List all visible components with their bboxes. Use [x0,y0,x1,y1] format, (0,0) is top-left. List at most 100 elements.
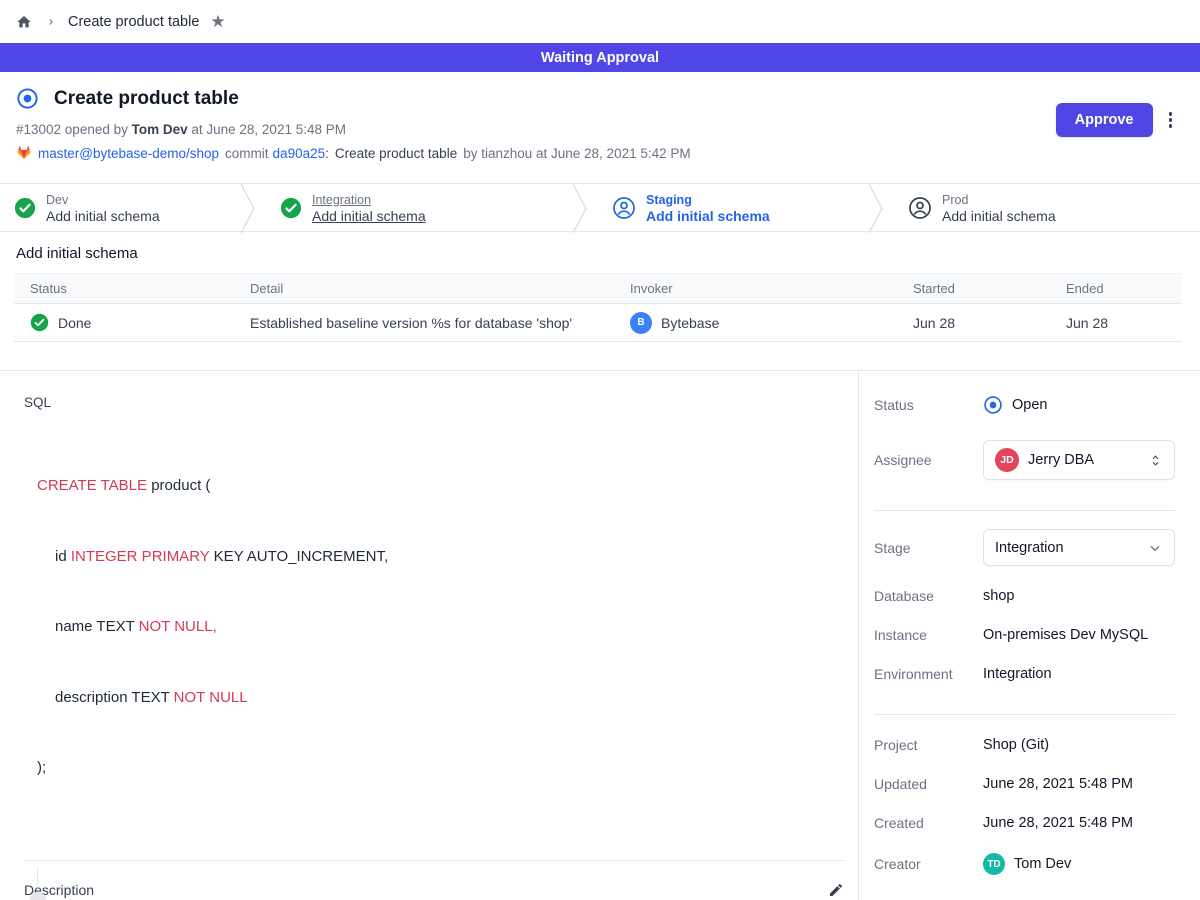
table-row[interactable]: Done Established baseline version %s for… [14,304,1182,342]
col-invoker: Invoker [630,281,913,296]
creator-avatar: TD [983,853,1005,875]
commit-byline: by tianzhou at June 28, 2021 5:42 PM [463,146,690,161]
stage-staging[interactable]: Staging Add initial schema [588,184,868,231]
stage-separator [868,184,884,233]
commit-title: Create product table [335,146,457,161]
task-section-heading: Add initial schema [16,245,1182,262]
creator-row: Creator TD Tom Dev [874,853,1175,875]
check-circle-icon [280,197,302,219]
created-row: Created June 28, 2021 5:48 PM [874,815,1175,831]
breadcrumb-page[interactable]: Create product table [68,14,199,30]
approval-banner: Waiting Approval [0,43,1200,72]
pipeline: Dev Add initial schema Integration Add i… [0,183,1200,232]
approve-button[interactable]: Approve [1056,103,1153,137]
issue-author: Tom Dev [132,122,188,137]
project-row: Project Shop (Git) [874,737,1175,753]
database-value[interactable]: shop [983,588,1175,604]
stage-select[interactable]: Integration [983,529,1175,566]
stage-env-label: Integration [312,192,426,208]
home-icon[interactable] [16,14,32,30]
sql-code-block: CREATE TABLE product ( id INTEGER PRIMAR… [37,427,844,827]
assignee-value: Jerry DBA [1028,452,1139,468]
database-row: Database shop [874,588,1175,604]
project-value[interactable]: Shop (Git) [983,737,1175,753]
issue-title: Create product table [54,88,239,110]
stage-env-label: Dev [46,192,160,208]
assignee-row: Assignee JD Jerry DBA [874,440,1175,480]
issue-sidebar: Status Open Assignee JD Jerry DBA Stage [858,371,1200,900]
created-value: June 28, 2021 5:48 PM [983,815,1175,831]
task-table: Status Detail Invoker Started Ended Done… [14,273,1182,342]
updated-row: Updated June 28, 2021 5:48 PM [874,776,1175,792]
stage-integration[interactable]: Integration Add initial schema [256,184,572,231]
stage-dev[interactable]: Dev Add initial schema [0,184,240,231]
project-label: Project [874,737,983,753]
gitlab-icon [16,145,32,161]
task-table-header: Status Detail Invoker Started Ended [14,273,1182,304]
vcs-branch-link[interactable]: master@bytebase-demo/shop [38,146,219,161]
check-circle-icon [14,197,36,219]
sql-label: SQL [24,395,844,410]
stage-row: Stage Integration [874,529,1175,566]
assignee-avatar: JD [995,448,1019,472]
person-circle-icon [908,196,932,220]
issue-main-panel: SQL CREATE TABLE product ( id INTEGER PR… [0,371,858,900]
star-icon[interactable]: ★ [210,13,225,30]
stage-separator [240,184,256,233]
stage-task-label: Add initial schema [646,208,770,224]
updated-label: Updated [874,776,983,792]
status-row: Status Open [874,395,1175,415]
task-section: Add initial schema Status Detail Invoker… [0,232,1200,370]
col-status: Status [14,281,250,296]
approval-banner-text: Waiting Approval [541,50,659,66]
timeline-connector [37,866,38,884]
stage-env-label: Prod [942,192,1056,208]
stage-separator [572,184,588,233]
chevron-down-icon [1147,540,1163,556]
instance-value[interactable]: On-premises Dev MySQL [983,627,1175,643]
stage-prod[interactable]: Prod Add initial schema [884,184,1200,231]
commit-hash-link[interactable]: da90a25 [273,146,326,161]
creator-value: Tom Dev [1014,856,1071,872]
stage-env-label: Staging [646,192,770,208]
stage-label: Stage [874,540,983,556]
col-detail: Detail [250,281,630,296]
stage-task-label: Add initial schema [312,208,426,224]
stage-task-label: Add initial schema [942,208,1056,224]
breadcrumb-bar: Create product table ★ [0,0,1200,43]
creator-label: Creator [874,856,983,872]
updated-value: June 28, 2021 5:48 PM [983,776,1175,792]
instance-row: Instance On-premises Dev MySQL [874,627,1175,643]
assignee-label: Assignee [874,452,983,468]
issue-meta-line: #13002 opened by Tom Dev at June 28, 202… [16,122,1176,137]
vcs-commit-line: master@bytebase-demo/shop commit da90a25… [16,145,1176,161]
issue-open-icon [16,87,39,110]
task-ended: Jun 28 [1066,315,1182,331]
stage-task-label: Add initial schema [46,208,160,224]
section-divider [24,860,844,861]
stage-value: Integration [995,540,1138,556]
status-label: Status [874,397,983,413]
edit-description-icon[interactable] [828,882,844,898]
person-circle-icon [612,196,636,220]
chevron-right-icon [46,16,56,28]
open-status-icon [983,395,1003,415]
assignee-select[interactable]: JD Jerry DBA [983,440,1175,480]
environment-row: Environment Integration [874,666,1175,682]
created-label: Created [874,815,983,831]
updown-chevron-icon [1148,452,1163,469]
issue-header: Create product table #13002 opened by To… [0,72,1200,183]
done-check-icon [30,313,49,332]
sidebar-divider [874,714,1175,715]
task-started: Jun 28 [913,315,1066,331]
sidebar-divider [874,510,1175,511]
col-ended: Ended [1066,281,1182,296]
environment-value[interactable]: Integration [983,666,1175,682]
more-actions-menu[interactable] [1165,108,1177,132]
status-value: Open [1012,397,1047,413]
instance-label: Instance [874,627,983,643]
col-started: Started [913,281,1066,296]
task-invoker: Bytebase [661,315,719,331]
invoker-avatar: B [630,312,652,334]
task-status: Done [58,315,91,331]
